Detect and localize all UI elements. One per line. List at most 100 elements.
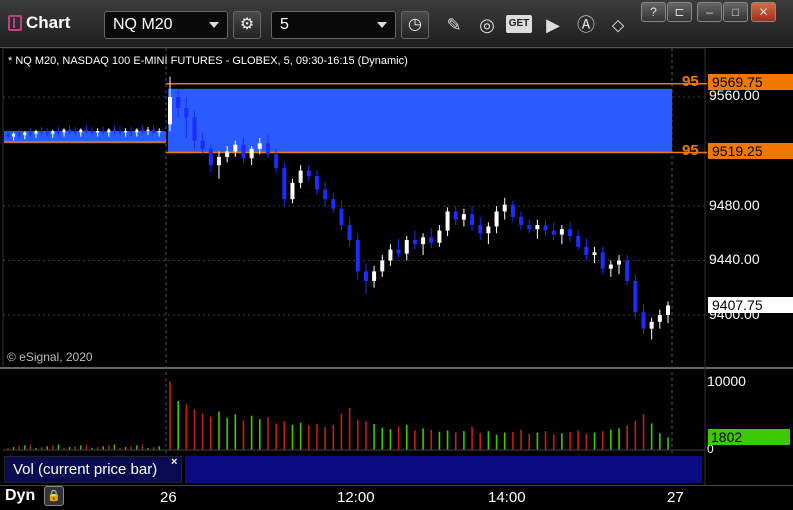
dynamic-mode-label[interactable]: Dyn <box>5 487 35 505</box>
pre-candle <box>68 129 72 132</box>
alert-icon[interactable]: Ⓐ <box>573 12 599 38</box>
candle <box>527 225 532 230</box>
pre-candle <box>56 131 60 133</box>
lock-icon[interactable]: 🔒 <box>44 486 64 506</box>
pre-candle <box>135 129 139 133</box>
candle <box>225 151 230 157</box>
pre-candle <box>12 133 16 137</box>
pre-candle <box>96 131 100 133</box>
time-tick: 26 <box>160 489 177 506</box>
pre-candle <box>45 132 49 134</box>
pre-candle <box>40 131 44 133</box>
pre-candle <box>124 131 128 133</box>
candle <box>535 225 540 230</box>
order-price-label[interactable]: 9519.25 <box>708 143 793 159</box>
candle <box>649 321 654 329</box>
pre-candle <box>129 131 133 133</box>
candle <box>282 167 287 200</box>
pre-candle <box>112 129 116 132</box>
chevron-down-icon[interactable] <box>377 22 387 28</box>
candle <box>519 216 524 226</box>
pre-candle <box>107 129 111 133</box>
candle <box>617 260 622 265</box>
price-tick: 9480.00 <box>709 197 760 213</box>
pre-candle <box>79 129 83 133</box>
symbol-input[interactable]: NQ M20 <box>104 11 228 39</box>
candle <box>355 240 360 272</box>
last-price-label: 9407.75 <box>708 297 793 313</box>
candle <box>404 240 409 254</box>
candle <box>331 199 336 209</box>
candle <box>600 252 605 269</box>
candle <box>641 312 646 329</box>
pre-candle <box>23 132 27 136</box>
price-chart[interactable] <box>0 48 793 485</box>
candle <box>559 229 564 235</box>
study-icon[interactable]: ◎ <box>474 12 500 38</box>
settings-gear-icon[interactable]: ⚙ <box>233 11 261 39</box>
candle <box>478 225 483 234</box>
candle <box>461 214 466 220</box>
dock-button[interactable]: ⊏ <box>667 2 692 22</box>
candle <box>347 225 352 241</box>
candle <box>576 235 581 247</box>
chevron-down-icon[interactable] <box>209 22 219 28</box>
time-tick: 12:00 <box>337 489 375 506</box>
pre-candle <box>17 133 21 136</box>
candle <box>592 252 597 256</box>
close-icon[interactable]: × <box>171 456 177 468</box>
candle <box>486 226 491 234</box>
candle <box>290 182 295 200</box>
get-data-button[interactable]: GET <box>506 15 532 33</box>
pre-candle <box>51 131 55 134</box>
candle <box>429 237 434 243</box>
candle <box>298 170 303 183</box>
candle <box>551 230 556 235</box>
volume-axis-max: 10000 <box>707 373 746 389</box>
candle <box>412 240 417 245</box>
pre-candle <box>118 131 122 133</box>
candle <box>184 107 189 118</box>
candle <box>666 305 670 315</box>
candle <box>388 249 393 261</box>
volume-study-legend[interactable]: Vol (current price bar) <box>4 456 182 483</box>
pre-candle <box>146 129 150 132</box>
candle <box>633 280 638 313</box>
candle <box>584 246 589 256</box>
pre-candle <box>157 131 161 133</box>
order-qty-label[interactable]: 95 <box>682 73 699 90</box>
play-icon[interactable]: ▶ <box>540 12 566 38</box>
clock-icon[interactable]: ◷ <box>401 11 429 39</box>
candle <box>176 97 181 108</box>
candle <box>453 211 458 220</box>
candle <box>274 154 279 168</box>
interval-input[interactable]: 5 <box>271 11 396 39</box>
candle <box>437 230 442 243</box>
candle <box>233 144 238 152</box>
candle <box>568 229 573 236</box>
candle <box>494 211 499 227</box>
pre-candle <box>84 129 88 132</box>
pre-candle <box>28 132 32 134</box>
window-title-label: Chart <box>26 13 71 32</box>
link-icon[interactable]: ⬦ <box>605 12 631 38</box>
pre-candle <box>140 129 144 132</box>
chart-toolbar: Chart NQ M20 ⚙ 5 ◷ ✎ ◎ GET ▶ Ⓐ ⬦ ? ⊏ – □… <box>0 0 793 48</box>
candle <box>502 204 507 212</box>
order-qty-label[interactable]: 95 <box>682 142 699 159</box>
candle <box>323 189 328 200</box>
order-price-label[interactable]: 9569.75 <box>708 74 793 90</box>
pre-candle <box>62 129 66 133</box>
candle <box>380 260 385 272</box>
maximize-button[interactable]: □ <box>723 2 748 22</box>
pre-candle <box>6 133 10 137</box>
candle <box>363 271 368 281</box>
close-button[interactable]: ✕ <box>751 2 776 22</box>
candle <box>306 170 311 177</box>
minimize-button[interactable]: – <box>697 2 722 22</box>
candle <box>314 176 319 190</box>
help-button[interactable]: ? <box>641 2 666 22</box>
candle <box>241 144 246 159</box>
pencil-icon[interactable]: ✎ <box>441 12 467 38</box>
candle <box>208 148 213 166</box>
